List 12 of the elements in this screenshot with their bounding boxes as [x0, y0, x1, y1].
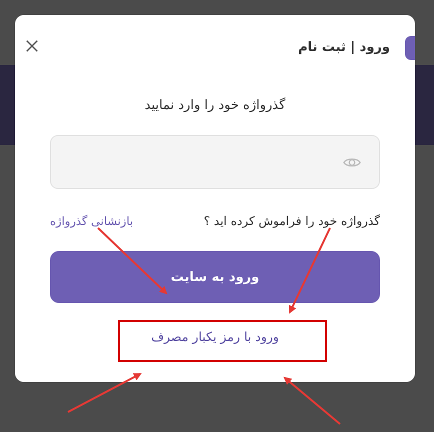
close-icon[interactable] [25, 39, 39, 53]
password-field[interactable] [50, 135, 380, 189]
prompt-text: گذرواژه خود را وارد نمایید [144, 98, 286, 113]
one-time-password-link[interactable]: ورود با رمز یکبار مصرف [151, 329, 279, 344]
reset-password-link[interactable]: بازنشانی گذرواژه [50, 214, 134, 228]
login-button[interactable]: ورود به سایت [50, 251, 380, 303]
annotation-arrow [283, 376, 341, 425]
dialog-title: ورود | ثبت نام [298, 40, 390, 54]
tab-marker [405, 36, 415, 60]
eye-icon[interactable] [343, 156, 361, 168]
annotation-arrow [97, 227, 168, 294]
forgot-password-text: گذرواژه خود را فراموش کرده اید ؟ [204, 214, 380, 228]
